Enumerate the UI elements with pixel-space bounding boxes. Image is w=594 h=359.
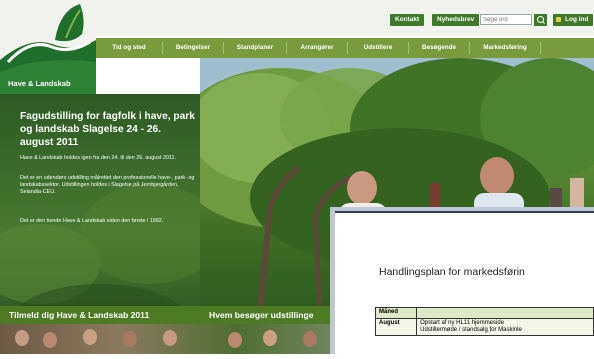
nav-item-standplaner[interactable]: Standplaner — [224, 38, 286, 58]
hero-paragraph: Det er den tiende Have & Landskab siden … — [20, 218, 164, 224]
login-button[interactable]: Log ind — [553, 14, 594, 26]
nav-item-markedsforing[interactable]: Markedsføring — [470, 38, 540, 58]
document-window: Handlingsplan for markedsførin Måned Aug… — [335, 211, 594, 356]
site-logo[interactable]: Have & Landskab — [0, 0, 96, 94]
table-cell-month: August — [374, 318, 418, 336]
visitors-banner[interactable]: Hvem besøger udstillinge — [200, 306, 339, 324]
table-header-cell: Måned — [374, 307, 418, 319]
nav-item-tid-og-sted[interactable]: Tid og sted — [96, 38, 162, 58]
nav-item-udstillere[interactable]: Udstillere — [348, 38, 408, 58]
main-nav: Tid og sted Betingelser Standplaner Arra… — [96, 38, 594, 58]
search-icon[interactable] — [534, 14, 547, 26]
logo-name: Have & Landskab — [8, 79, 71, 88]
hero-paragraph: Have & Landskab holdes igen fra den 24. … — [20, 155, 177, 161]
table-row: August Opstart af ny HL11 hjemmeside Uds… — [374, 318, 594, 336]
nav-item-arrangorer[interactable]: Arrangører — [287, 38, 347, 58]
signup-banner[interactable]: Tilmeld dig Have & Landskab 2011 — [0, 306, 205, 324]
table-header-cell — [416, 307, 594, 319]
search-input[interactable] — [480, 14, 532, 25]
nav-item-besogende[interactable]: Besøgende — [409, 38, 469, 58]
table-cell-tasks: Opstart af ny HL11 hjemmeside Udstillerm… — [416, 318, 594, 336]
nav-item-betingelser[interactable]: Betingelser — [163, 38, 223, 58]
nav-divider — [540, 42, 541, 54]
hero-title: Fagudstilling for fagfolk i have, park o… — [20, 111, 195, 148]
hero-paragraph: Det er en udendørs udstilling målrettet … — [20, 175, 195, 196]
lock-icon — [556, 17, 561, 22]
document-title: Handlingsplan for markedsførin — [379, 266, 525, 278]
login-label: Log ind — [565, 16, 589, 23]
plan-table: Måned August Opstart af ny HL11 hjemmesi… — [374, 307, 594, 336]
newsletter-button[interactable]: Nyhedsbrev — [432, 14, 480, 26]
task-line: Opstart af ny HL11 hjemmeside — [420, 320, 505, 326]
contact-button[interactable]: Kontakt — [390, 14, 425, 26]
table-header-row: Måned — [374, 307, 594, 319]
task-line: Udstillermøde / standsalg for Maskinle — [420, 327, 522, 333]
